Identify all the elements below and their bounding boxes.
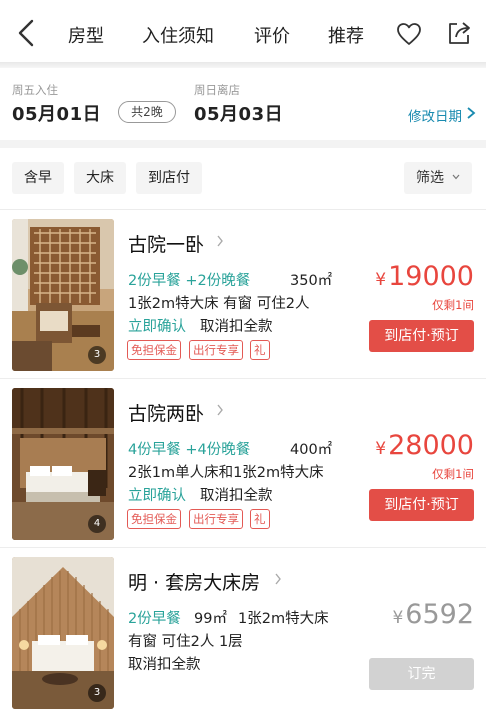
heart-icon[interactable] (396, 22, 422, 46)
chevron-right-icon (275, 573, 281, 585)
room-name[interactable]: 古院两卧 (128, 399, 204, 426)
tag-no-deposit: 免担保金 (127, 509, 181, 529)
bed-info: 1张2m特大床 有窗 可住2人 (128, 296, 310, 312)
share-icon[interactable] (446, 20, 472, 46)
currency-symbol: ¥ (392, 608, 404, 628)
filter-select-label: 筛选 (416, 170, 444, 186)
room-name[interactable]: 古院一卧 (128, 230, 204, 257)
tab-checkin-notes[interactable]: 入住须知 (142, 22, 214, 48)
price-value: 28000 (388, 430, 474, 461)
meal-plan: 4份早餐 +4份晚餐 (128, 442, 251, 458)
meal-plan: 2份早餐 (128, 611, 181, 627)
room-card[interactable]: 3 古院一卧 2份早餐 +2份晚餐 350㎡ 1张2m特大床 有窗 可住2人 立… (0, 210, 486, 378)
tag-gift: 礼 (250, 509, 270, 529)
nights-badge: 共2晚 (118, 101, 176, 123)
chevron-right-icon (467, 107, 476, 119)
room-price: ¥6592 (392, 599, 474, 630)
currency-symbol: ¥ (375, 270, 387, 290)
room-price: ¥19000 (375, 261, 474, 292)
tag-no-deposit: 免担保金 (127, 340, 181, 360)
checkout-date[interactable]: 05月03日 (194, 100, 283, 126)
currency-symbol: ¥ (375, 439, 387, 459)
stay-dates[interactable]: 周五入住 05月01日 共2晚 周日离店 05月03日 修改日期 (0, 68, 486, 140)
chevron-right-icon (217, 404, 223, 416)
tag-travel-exclusive: 出行专享 (189, 509, 243, 529)
checkin-label: 周五入住 (12, 83, 58, 97)
filter-pay-at-hotel[interactable]: 到店付 (136, 162, 202, 194)
checkout-label: 周日离店 (194, 83, 240, 97)
room-price: ¥28000 (375, 430, 474, 461)
chevron-left-icon[interactable] (14, 18, 40, 48)
cancel-policy: 取消扣全款 (200, 319, 273, 335)
filter-big-bed[interactable]: 大床 (74, 162, 126, 194)
room-features: 有窗 可住2人 1层 (128, 634, 243, 650)
meal-plan: 2份早餐 +2份晚餐 (128, 273, 251, 289)
top-nav: 房型 入住须知 评价 推荐 (0, 0, 486, 66)
chevron-down-icon (452, 174, 460, 180)
rooms-remaining: 仅剩1间 (432, 467, 474, 481)
filter-breakfast[interactable]: 含早 (12, 162, 64, 194)
room-card[interactable]: 4 古院两卧 4份早餐 +4份晚餐 400㎡ 2张1m单人床和1张2m特大床 立… (0, 379, 486, 547)
section-divider (0, 140, 486, 148)
instant-confirm-label: 立即确认 (128, 488, 186, 504)
book-pay-at-hotel-button[interactable]: 到店付·预订 (369, 489, 474, 521)
room-name[interactable]: 明 · 套房大床房 (128, 568, 260, 595)
modify-dates-link[interactable]: 修改日期 (408, 105, 462, 125)
chevron-right-icon (217, 235, 223, 247)
tab-room-types[interactable]: 房型 (68, 22, 104, 48)
photo-count-badge: 3 (88, 346, 106, 364)
tag-gift: 礼 (250, 340, 270, 360)
tab-recommend[interactable]: 推荐 (328, 22, 364, 48)
rooms-remaining: 仅剩1间 (432, 298, 474, 312)
bed-info: 1张2m特大床 (238, 611, 329, 627)
room-area: 350㎡ (290, 273, 333, 289)
photo-count-badge: 4 (88, 515, 106, 533)
bed-info: 2张1m单人床和1张2m特大床 (128, 465, 324, 481)
room-area: 400㎡ (290, 442, 333, 458)
filter-select-button[interactable]: 筛选 (404, 162, 472, 194)
room-card[interactable]: 3 明 · 套房大床房 2份早餐 99㎡ 1张2m特大床 有窗 可住2人 1层 … (0, 548, 486, 709)
photo-count-badge: 3 (88, 684, 106, 702)
sold-out-button[interactable]: 订完 (369, 658, 474, 690)
room-area: 99㎡ (194, 611, 227, 627)
tag-travel-exclusive: 出行专享 (189, 340, 243, 360)
checkin-date[interactable]: 05月01日 (12, 100, 101, 126)
tab-reviews[interactable]: 评价 (254, 22, 290, 48)
price-value: 6592 (405, 599, 474, 630)
cancel-policy: 取消扣全款 (128, 657, 201, 673)
price-value: 19000 (388, 261, 474, 292)
instant-confirm-label: 立即确认 (128, 319, 186, 335)
book-pay-at-hotel-button[interactable]: 到店付·预订 (369, 320, 474, 352)
cancel-policy: 取消扣全款 (200, 488, 273, 504)
